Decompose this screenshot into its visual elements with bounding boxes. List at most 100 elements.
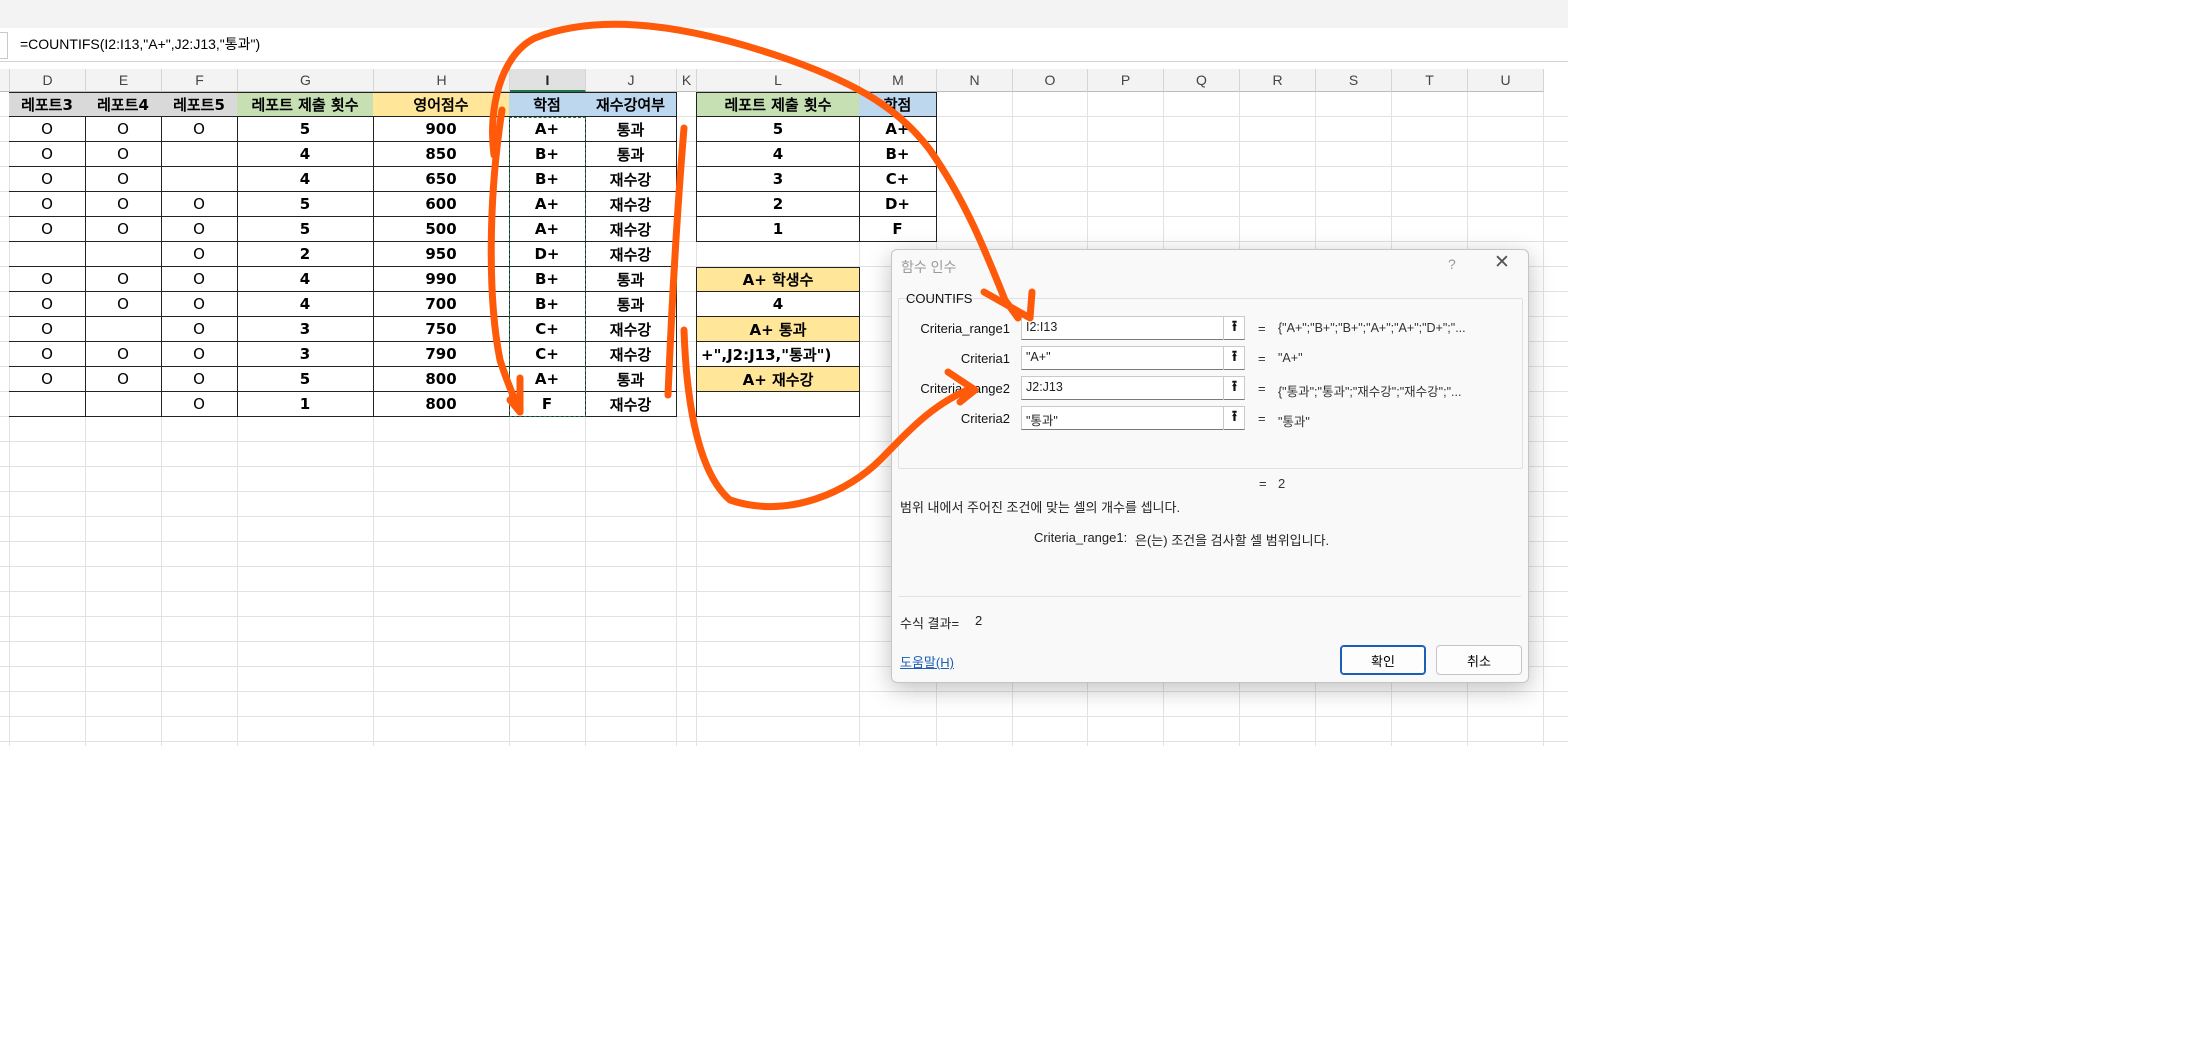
table-cell[interactable]: B+ — [509, 167, 586, 192]
table-cell[interactable]: C+ — [509, 317, 586, 342]
column-header-k[interactable]: K — [677, 69, 697, 92]
criteria-range1-input[interactable]: I2:I13 — [1021, 316, 1245, 340]
help-link[interactable]: 도움말(H) — [900, 652, 954, 671]
criteria2-input[interactable]: "통과" — [1021, 406, 1245, 430]
table-cell[interactable]: A+ — [509, 117, 586, 142]
table-cell[interactable]: O — [85, 292, 162, 317]
table-cell[interactable]: 재수강 — [585, 392, 677, 417]
table-cell[interactable]: 5 — [237, 217, 374, 242]
table-cell[interactable]: A+ — [509, 367, 586, 392]
collapse-dialog-button-3[interactable]: ⭱ — [1223, 376, 1245, 400]
table-cell[interactable]: O — [85, 367, 162, 392]
table-cell[interactable]: 3 — [237, 342, 374, 367]
table-cell[interactable]: D+ — [509, 242, 586, 267]
criteria1-input[interactable]: "A+" — [1021, 346, 1245, 370]
lookup-cell[interactable]: F — [859, 217, 937, 242]
table-cell[interactable]: O — [85, 117, 162, 142]
table-cell[interactable]: O — [85, 167, 162, 192]
a-plus-pass-editing[interactable]: +",J2:J13,"통과") — [696, 342, 860, 367]
table-cell[interactable]: 재수강 — [585, 192, 677, 217]
table-cell[interactable]: O — [9, 292, 86, 317]
table-cell[interactable] — [85, 317, 162, 342]
column-header-d[interactable]: D — [10, 69, 86, 92]
table-cell[interactable]: 800 — [373, 367, 510, 392]
lookup-cell[interactable]: D+ — [859, 192, 937, 217]
column-header-n[interactable]: N — [937, 69, 1013, 92]
table-cell[interactable]: 5 — [237, 192, 374, 217]
table-cell[interactable]: O — [9, 317, 86, 342]
table-cell[interactable]: 600 — [373, 192, 510, 217]
table-cell[interactable]: O — [9, 217, 86, 242]
table-cell[interactable]: C+ — [509, 342, 586, 367]
table-cell[interactable]: O — [85, 217, 162, 242]
lookup-cell[interactable]: 5 — [696, 117, 860, 142]
table-cell[interactable]: O — [85, 342, 162, 367]
table-cell[interactable]: O — [9, 142, 86, 167]
formula-bar[interactable]: =COUNTIFS(I2:I13,"A+",J2:J13,"통과") — [0, 28, 1568, 62]
table-cell[interactable] — [85, 242, 162, 267]
lookup-header[interactable]: 레포트 제출 횟수 — [696, 92, 860, 117]
table-cell[interactable]: 4 — [237, 267, 374, 292]
table-cell[interactable]: B+ — [509, 267, 586, 292]
table-cell[interactable]: O — [85, 142, 162, 167]
table-cell[interactable]: 통과 — [585, 267, 677, 292]
help-icon[interactable]: ? — [1448, 256, 1456, 272]
table-cell[interactable]: O — [161, 217, 238, 242]
criteria-range2-input[interactable]: J2:J13 — [1021, 376, 1245, 400]
column-header-h[interactable]: H — [374, 69, 510, 92]
column-header-p[interactable]: P — [1088, 69, 1164, 92]
table-cell[interactable]: 650 — [373, 167, 510, 192]
a-plus-count-value[interactable]: 4 — [696, 292, 860, 317]
table-cell[interactable]: 재수강 — [585, 342, 677, 367]
column-header-u[interactable]: U — [1468, 69, 1544, 92]
table-cell[interactable]: 3 — [237, 317, 374, 342]
table-cell[interactable]: A+ — [509, 217, 586, 242]
table-header[interactable]: 레포트5 — [161, 92, 238, 117]
column-header-f[interactable]: F — [162, 69, 238, 92]
column-header-i[interactable]: I — [510, 69, 586, 92]
table-cell[interactable]: 재수강 — [585, 242, 677, 267]
table-header[interactable]: 레포트 제출 횟수 — [237, 92, 374, 117]
table-cell[interactable]: 1 — [237, 392, 374, 417]
lookup-cell[interactable]: B+ — [859, 142, 937, 167]
table-cell[interactable]: O — [161, 267, 238, 292]
collapse-dialog-button-4[interactable]: ⭱ — [1223, 406, 1245, 430]
table-cell[interactable]: B+ — [509, 292, 586, 317]
table-header[interactable]: 레포트4 — [85, 92, 162, 117]
table-cell[interactable]: O — [161, 192, 238, 217]
table-cell[interactable]: O — [9, 192, 86, 217]
a-plus-count-label[interactable]: A+ 학생수 — [696, 267, 860, 292]
table-cell[interactable]: 통과 — [585, 292, 677, 317]
table-header[interactable]: 학점 — [509, 92, 586, 117]
table-cell[interactable]: 850 — [373, 142, 510, 167]
name-box-edge[interactable] — [0, 32, 8, 59]
table-cell[interactable]: 990 — [373, 267, 510, 292]
table-cell[interactable]: 재수강 — [585, 167, 677, 192]
ok-button[interactable]: 확인 — [1340, 645, 1426, 675]
table-cell[interactable] — [161, 167, 238, 192]
lookup-cell[interactable]: C+ — [859, 167, 937, 192]
table-cell[interactable]: 500 — [373, 217, 510, 242]
table-cell[interactable] — [85, 392, 162, 417]
table-header[interactable]: 레포트3 — [9, 92, 86, 117]
table-cell[interactable]: 900 — [373, 117, 510, 142]
lookup-cell[interactable]: 2 — [696, 192, 860, 217]
collapse-dialog-button-2[interactable]: ⭱ — [1223, 346, 1245, 370]
table-cell[interactable]: O — [85, 192, 162, 217]
table-cell[interactable]: 재수강 — [585, 317, 677, 342]
lookup-cell[interactable]: 1 — [696, 217, 860, 242]
column-header-r[interactable]: R — [1240, 69, 1316, 92]
a-plus-retake-value[interactable] — [696, 392, 860, 417]
table-header[interactable]: 재수강여부 — [585, 92, 677, 117]
lookup-header[interactable]: 학점 — [859, 92, 937, 117]
table-header[interactable]: 영어점수 — [373, 92, 510, 117]
select-all-corner[interactable] — [0, 69, 10, 92]
close-icon[interactable]: ✕ — [1494, 253, 1510, 273]
table-cell[interactable]: 5 — [237, 117, 374, 142]
table-cell[interactable] — [9, 392, 86, 417]
table-cell[interactable]: 5 — [237, 367, 374, 392]
table-cell[interactable] — [9, 242, 86, 267]
table-cell[interactable]: 통과 — [585, 142, 677, 167]
lookup-cell[interactable]: 3 — [696, 167, 860, 192]
table-cell[interactable]: O — [9, 167, 86, 192]
